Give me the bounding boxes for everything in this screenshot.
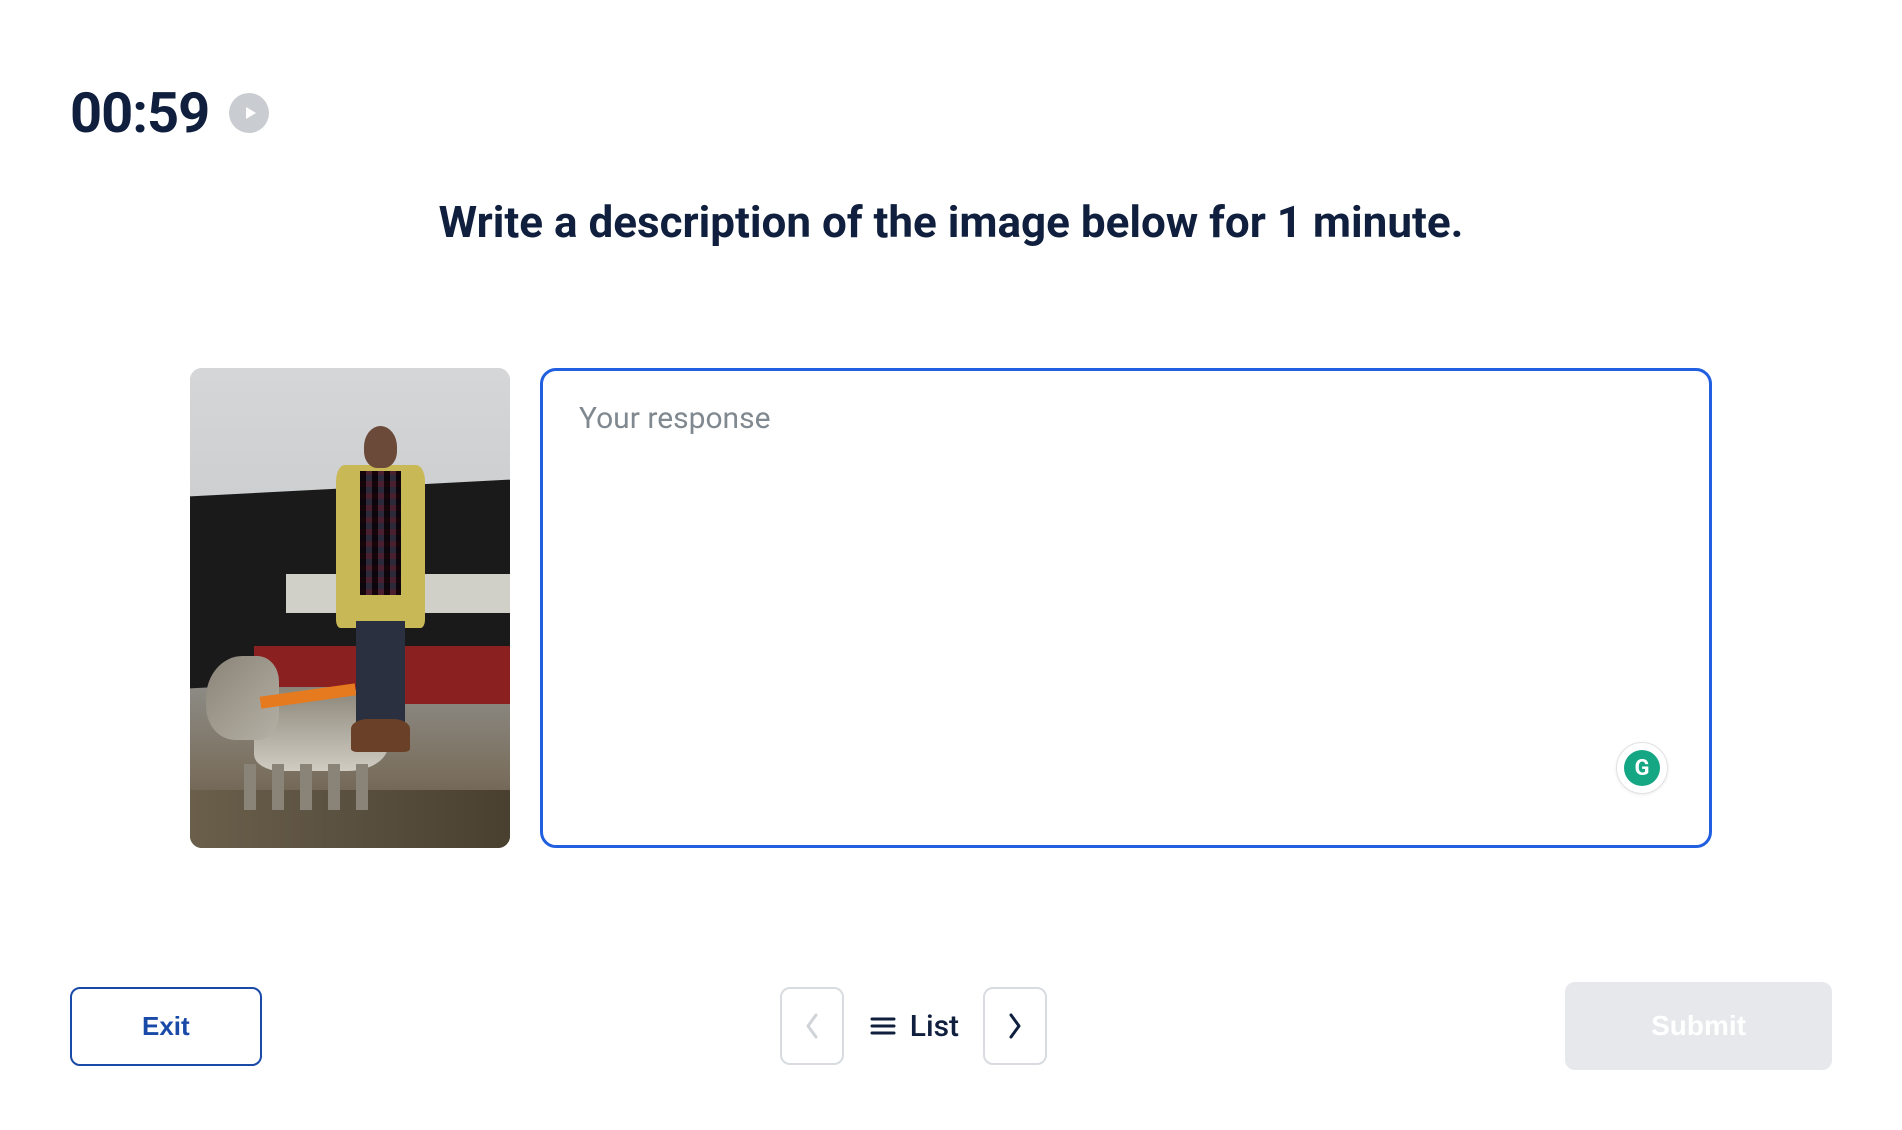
chevron-left-icon xyxy=(802,1011,822,1041)
play-icon xyxy=(243,105,259,121)
prompt-text: Write a description of the image below f… xyxy=(70,196,1832,248)
exit-button[interactable]: Exit xyxy=(70,987,262,1066)
image-scene xyxy=(190,368,510,848)
play-button[interactable] xyxy=(229,93,269,133)
grammarly-button[interactable]: G xyxy=(1616,742,1668,794)
chevron-right-icon xyxy=(1005,1011,1025,1041)
prev-button[interactable] xyxy=(780,987,844,1065)
next-button[interactable] xyxy=(983,987,1047,1065)
list-button[interactable]: List xyxy=(868,1009,959,1044)
list-label: List xyxy=(910,1009,959,1044)
timer-display: 00:59 xyxy=(70,80,209,146)
submit-button[interactable]: Submit xyxy=(1565,982,1832,1070)
grammarly-icon: G xyxy=(1624,750,1660,786)
list-icon xyxy=(868,1011,898,1041)
response-input[interactable] xyxy=(540,368,1712,848)
prompt-image xyxy=(190,368,510,848)
